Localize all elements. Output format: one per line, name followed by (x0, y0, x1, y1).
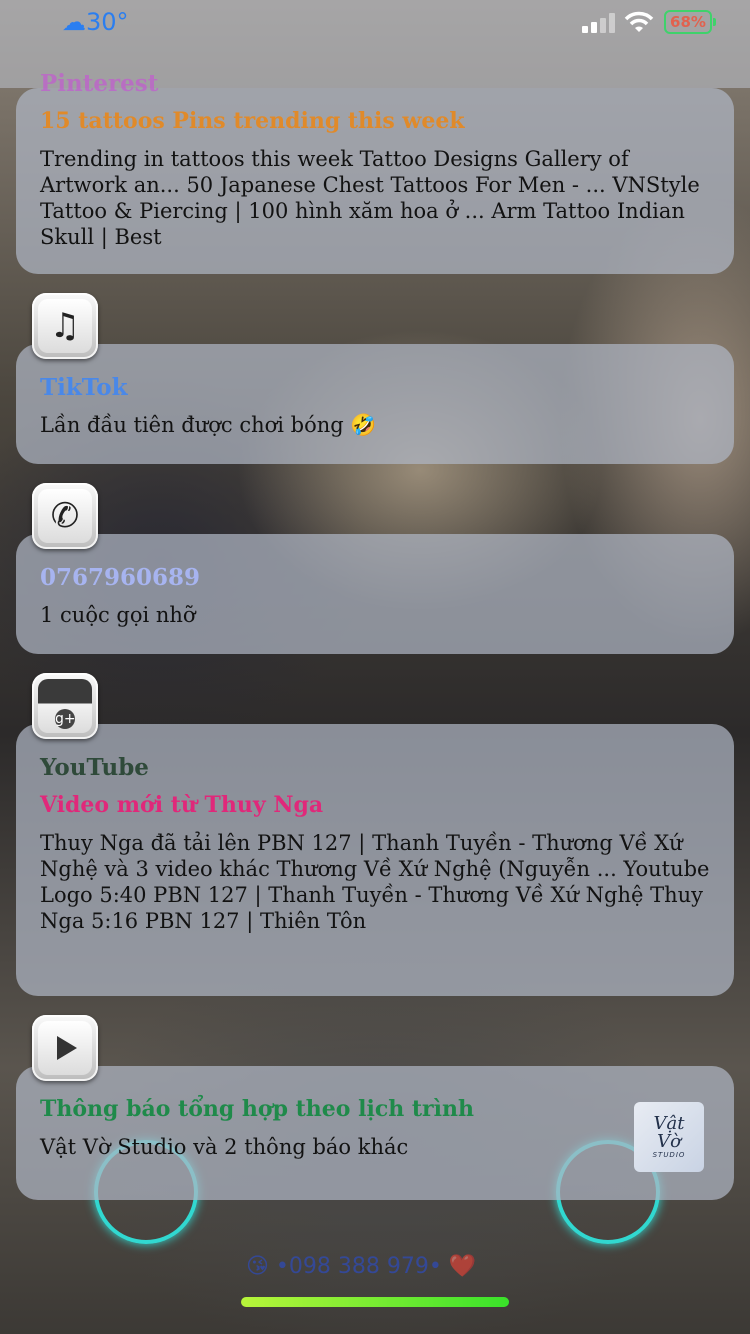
notification-app-name: TikTok (40, 374, 128, 401)
notification-body: Trending in tattoos this week Tattoo Des… (40, 147, 700, 249)
cellular-signal-icon (582, 13, 616, 33)
google-plus-icon: g+ (38, 679, 92, 733)
thumbnail-text: Vờ (657, 1131, 681, 1152)
wifi-icon (624, 11, 654, 32)
thumbnail-text: STUDIO (652, 1151, 686, 1159)
notification-youtube[interactable]: YouTube Video mới từ Thuy Nga Thuy Nga đ… (16, 724, 734, 996)
notification-title: 15 tattoos Pins trending this week (40, 108, 465, 134)
home-indicator[interactable] (241, 1297, 509, 1307)
wallpaper-text: 😘 •098 388 979• ❤️ (246, 1254, 477, 1279)
phone-app-icon[interactable]: ✆ (32, 483, 98, 549)
weather-indicator: ☁30° (62, 8, 129, 36)
notification-app-name: Pinterest (40, 70, 159, 97)
play-icon (38, 1021, 92, 1075)
notification-scheduled-summary[interactable]: Thông báo tổng hợp theo lịch trình Vật V… (16, 1066, 734, 1200)
notification-missed-call[interactable]: 0767960689 1 cuộc gọi nhỡ (16, 534, 734, 654)
video-app-icon[interactable] (32, 1015, 98, 1081)
notification-body: Lần đầu tiên được chơi bóng 🤣 (40, 413, 377, 437)
youtube-app-icon[interactable]: g+ (32, 673, 98, 739)
notification-body: Vật Vờ Studio và 2 thông báo khác (40, 1135, 409, 1159)
battery-indicator: 68% (664, 10, 716, 34)
notification-app-name: 0767960689 (40, 564, 201, 591)
music-notes-icon: ♫ (38, 299, 92, 353)
temperature: 30° (86, 8, 129, 36)
notification-body: Thuy Nga đã tải lên PBN 127 | Thanh Tuyề… (40, 831, 710, 933)
notification-pinterest[interactable]: Pinterest 15 tattoos Pins trending this … (16, 70, 734, 274)
notification-app-name: YouTube (40, 754, 149, 781)
tiktok-app-icon[interactable]: ♫ (32, 293, 98, 359)
phone-icon: ✆ (38, 489, 92, 543)
notification-tiktok[interactable]: TikTok Lần đầu tiên được chơi bóng 🤣 (16, 344, 734, 464)
notification-title: Video mới từ Thuy Nga (40, 792, 324, 818)
notification-body: 1 cuộc gọi nhỡ (40, 603, 196, 627)
notification-thumbnail: Vật Vờ STUDIO (634, 1102, 704, 1172)
notification-title: Thông báo tổng hợp theo lịch trình (40, 1096, 474, 1122)
